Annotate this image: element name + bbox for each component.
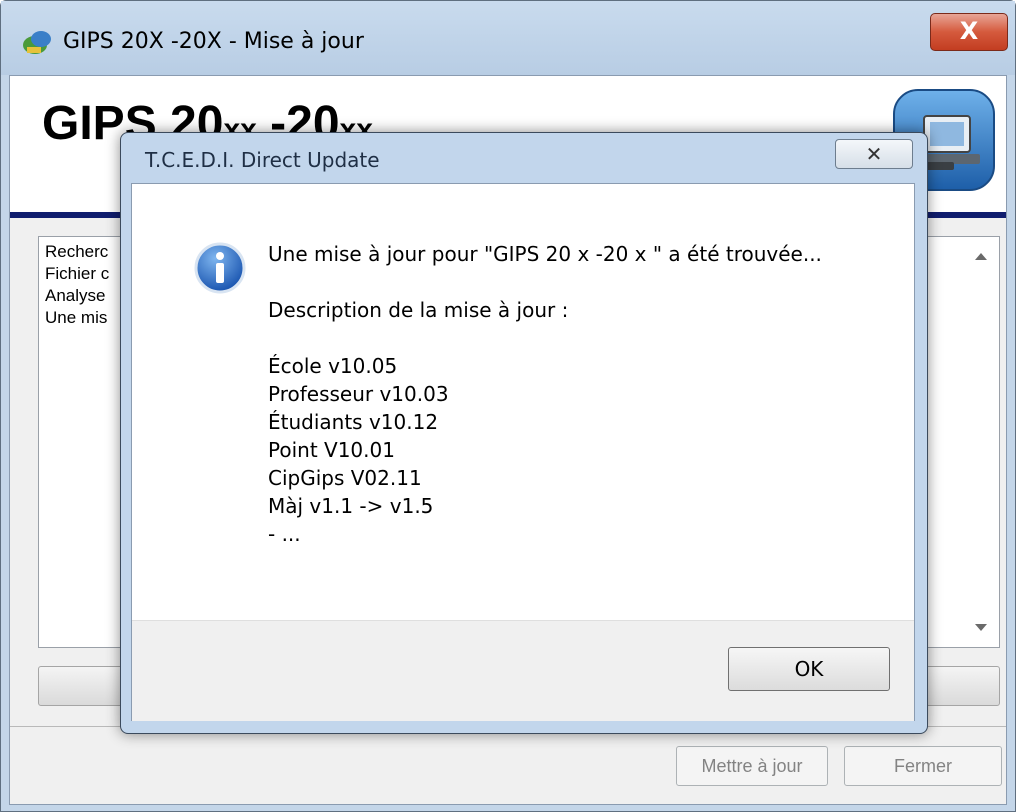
- scroll-up-arrow-icon[interactable]: [975, 253, 987, 260]
- main-close-button[interactable]: X: [930, 13, 1008, 51]
- update-button[interactable]: Mettre à jour: [676, 746, 828, 786]
- update-item: - ...: [268, 522, 301, 546]
- ok-button[interactable]: OK: [728, 647, 890, 691]
- log-scrollbar[interactable]: [967, 237, 999, 647]
- dialog-title: T.C.E.D.I. Direct Update: [145, 148, 380, 172]
- main-titlebar[interactable]: GIPS 20X -20X - Mise à jour X: [1, 1, 1015, 75]
- update-item: École v10.05: [268, 354, 398, 378]
- dialog-footer: OK: [132, 620, 914, 721]
- scroll-down-arrow-icon[interactable]: [975, 624, 987, 631]
- update-item: Point V10.01: [268, 438, 395, 462]
- update-item: Professeur v10.03: [268, 382, 449, 406]
- update-item: Màj v1.1 -> v1.5: [268, 494, 434, 518]
- dialog-close-button[interactable]: ✕: [835, 139, 913, 169]
- app-icon: [23, 31, 51, 54]
- dialog-titlebar[interactable]: T.C.E.D.I. Direct Update ✕: [121, 133, 927, 183]
- close-button[interactable]: Fermer: [844, 746, 1002, 786]
- description-label: Description de la mise à jour :: [268, 298, 569, 322]
- main-window-title: GIPS 20X -20X - Mise à jour: [63, 29, 364, 54]
- dialog-message-block: Une mise à jour pour "GIPS 20 x -20 x " …: [268, 240, 822, 548]
- update-item: Étudiants v10.12: [268, 410, 439, 434]
- dialog-body: Une mise à jour pour "GIPS 20 x -20 x " …: [131, 183, 915, 721]
- update-dialog: T.C.E.D.I. Direct Update ✕ Une mise à jo…: [120, 132, 928, 734]
- info-icon: [194, 242, 246, 294]
- update-item: CipGips V02.11: [268, 466, 422, 490]
- dialog-message: Une mise à jour pour "GIPS 20 x -20 x " …: [268, 242, 822, 266]
